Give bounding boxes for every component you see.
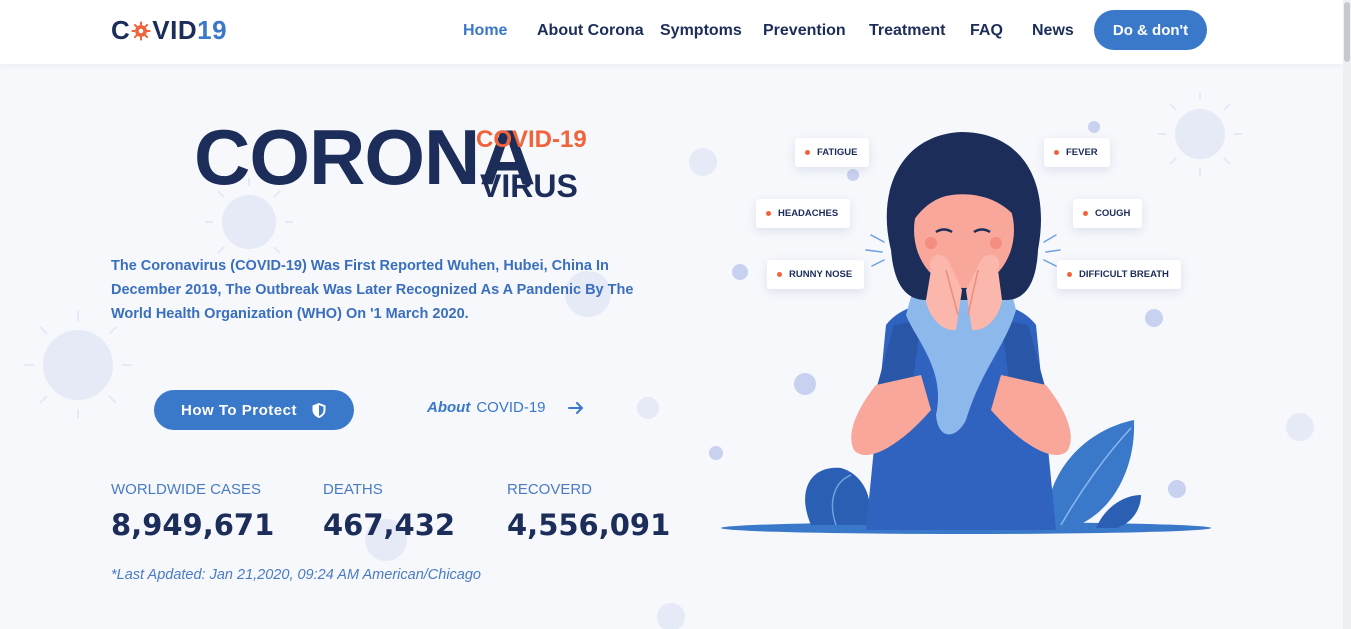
logo-mid: VID xyxy=(152,15,198,45)
nav-about-corona[interactable]: About Corona xyxy=(537,22,644,40)
worldwide-cases-value: 8,949,671 xyxy=(111,508,275,542)
symptom-tag-runny-nose: RUNNY NOSE xyxy=(767,260,865,289)
site-header: C VID 19 Home About Corona Symptoms Prev… xyxy=(0,0,1343,64)
symptom-dot xyxy=(766,211,771,216)
symptom-runny-nose-label: RUNNY NOSE xyxy=(789,269,853,280)
do-and-dont-button[interactable]: Do & don't xyxy=(1094,10,1207,50)
site-logo[interactable]: C VID 19 xyxy=(111,15,227,46)
symptom-fatigue-label: FATIGUE xyxy=(817,147,858,158)
woman-coughing-illustration xyxy=(721,132,1211,534)
arrow-right-icon xyxy=(567,401,583,414)
about-covid-link[interactable]: About COVID-19 xyxy=(427,399,584,416)
logo-number: 19 xyxy=(197,15,228,45)
nav-home[interactable]: Home xyxy=(463,22,507,40)
symptom-tag-difficult-breath: DIFFICULT BREATH xyxy=(1057,260,1181,289)
nav-treatment[interactable]: Treatment xyxy=(869,22,945,40)
symptom-cough-label: COUGH xyxy=(1095,208,1131,219)
worldwide-cases-label: WORLDWIDE CASES xyxy=(111,481,262,498)
symptom-dot xyxy=(777,272,782,277)
symptom-dot xyxy=(1083,211,1088,216)
about-link-text: COVID-19 xyxy=(476,399,546,416)
recovered-value: 4,556,091 xyxy=(507,508,671,542)
about-link-em: About xyxy=(427,399,471,416)
how-to-protect-label: How To Protect xyxy=(181,401,297,419)
nav-news[interactable]: News xyxy=(1032,22,1074,40)
nav-symptoms[interactable]: Symptoms xyxy=(660,22,742,40)
page-scrollbar[interactable] xyxy=(1343,0,1351,629)
symptom-tag-fatigue: FATIGUE xyxy=(795,138,870,167)
hero-illustration: FATIGUE FEVER HEADACHES COUGH RUNNY NOSE… xyxy=(716,110,1216,540)
how-to-protect-button[interactable]: How To Protect xyxy=(154,390,354,430)
shield-icon xyxy=(312,402,326,418)
virus-gear-icon xyxy=(131,20,151,41)
symptom-tag-headaches: HEADACHES xyxy=(756,199,851,228)
symptom-tag-fever: FEVER xyxy=(1044,138,1110,167)
symptom-difficult-breath-label: DIFFICULT BREATH xyxy=(1079,269,1169,280)
deaths-value: 467,432 xyxy=(323,508,456,542)
logo-prefix: C xyxy=(111,15,131,45)
symptom-fever-label: FEVER xyxy=(1066,147,1098,158)
symptom-dot xyxy=(805,150,810,155)
recovered-label: RECOVERD xyxy=(507,481,593,498)
hero-title-covid19: COVID-19 xyxy=(476,126,587,153)
last-updated-note: *Last Apdated: Jan 21,2020, 09:24 AM Ame… xyxy=(111,567,481,583)
symptom-dot xyxy=(1067,272,1072,277)
deaths-label: DEATHS xyxy=(323,481,383,498)
nav-faq[interactable]: FAQ xyxy=(970,22,1003,40)
symptom-tag-cough: COUGH xyxy=(1073,199,1143,228)
scrollbar-thumb[interactable] xyxy=(1344,2,1350,62)
hero-description: The Coronavirus (COVID-19) Was First Rep… xyxy=(111,258,634,322)
symptom-headaches-label: HEADACHES xyxy=(778,208,839,219)
nav-prevention[interactable]: Prevention xyxy=(763,22,846,40)
symptom-dot xyxy=(1054,150,1059,155)
hero-title-virus: VIRUS xyxy=(480,168,578,204)
